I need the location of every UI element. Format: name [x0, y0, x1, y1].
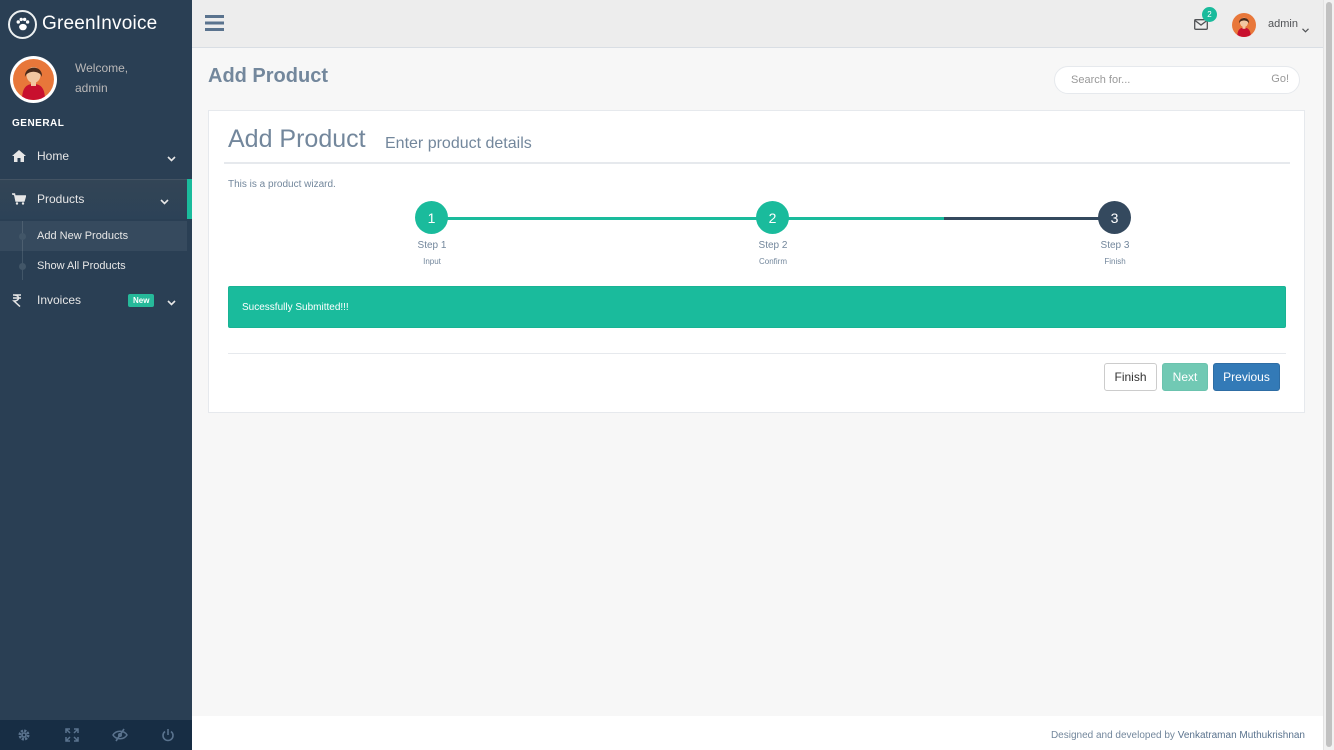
wizard-step-2[interactable]: 2	[756, 201, 789, 234]
profile-name: admin	[75, 81, 108, 95]
avatar	[10, 56, 57, 103]
search-go-button[interactable]: Go!	[1271, 73, 1289, 85]
panel-subtitle: Enter product details	[385, 135, 532, 152]
step-description: Confirm	[758, 257, 787, 266]
panel-divider	[224, 162, 1290, 164]
sidebar-item-invoices[interactable]: Invoices New	[0, 278, 192, 322]
search-box: Go!	[1054, 66, 1300, 94]
fullscreen-icon[interactable]	[48, 720, 96, 750]
sidebar-item-label: Invoices	[37, 293, 82, 307]
author-link[interactable]: Venkatraman Muthukrishnan	[1178, 730, 1305, 741]
step-label: Step 1	[417, 240, 447, 251]
sidebar-subitem-label: Add New Products	[37, 230, 129, 242]
chevron-down-icon[interactable]	[1302, 20, 1309, 38]
chevron-down-icon	[160, 194, 169, 208]
previous-button[interactable]: Previous	[1213, 363, 1280, 391]
wizard-step-1[interactable]: 1	[415, 201, 448, 234]
footer-text: Designed and developed by Venkatraman Mu…	[1051, 730, 1305, 741]
wizard-description: This is a product wizard.	[228, 179, 336, 190]
sidebar-item-add-new-products[interactable]: Add New Products	[0, 221, 187, 251]
sidebar-item-home[interactable]: Home	[0, 134, 192, 178]
actions-divider	[228, 353, 1286, 354]
page-footer: Designed and developed by Venkatraman Mu…	[192, 716, 1323, 750]
wizard-progress-remaining	[944, 217, 1114, 220]
products-submenu: Add New Products Show All Products	[0, 221, 192, 280]
rupee-icon	[12, 293, 30, 307]
sidebar-subitem-label: Show All Products	[37, 260, 126, 272]
step-label: Step 2	[758, 240, 788, 251]
scrollbar-thumb[interactable]	[1326, 2, 1332, 747]
sidebar: GreenInvoice Welcome, admin GENERAL Home…	[0, 0, 192, 750]
sidebar-item-products[interactable]: Products	[0, 179, 192, 219]
gear-icon[interactable]	[0, 720, 48, 750]
panel-title: Add Product	[228, 125, 366, 153]
new-badge: New	[128, 294, 155, 307]
chevron-down-icon	[167, 295, 176, 309]
brand-name: GreenInvoice	[42, 13, 158, 34]
menu-toggle-icon[interactable]	[205, 15, 224, 36]
paw-icon	[8, 9, 37, 39]
submenu-dot	[19, 263, 26, 270]
power-icon[interactable]	[144, 720, 192, 750]
cart-icon	[12, 193, 30, 205]
search-input[interactable]	[1071, 67, 1261, 93]
success-alert: Sucessfully Submitted!!!	[228, 286, 1286, 328]
page-title: Add Product	[208, 65, 328, 87]
sidebar-footer	[0, 720, 192, 750]
next-button[interactable]: Next	[1162, 363, 1208, 391]
wizard-panel: Add Product Enter product details This i…	[208, 110, 1305, 413]
user-avatar[interactable]	[1232, 13, 1256, 37]
user-menu-name[interactable]: admin	[1268, 18, 1298, 30]
eye-slash-icon[interactable]	[96, 720, 144, 750]
sidebar-item-show-all-products[interactable]: Show All Products	[0, 251, 187, 281]
top-navbar: 2 admin	[192, 0, 1323, 48]
profile: Welcome, admin	[0, 48, 192, 112]
step-description: Input	[423, 257, 441, 266]
step-label: Step 3	[1100, 240, 1130, 251]
brand[interactable]: GreenInvoice	[0, 0, 192, 48]
wizard-progress-done	[432, 217, 944, 220]
sidebar-item-label: Products	[37, 192, 85, 206]
home-icon	[12, 150, 30, 162]
wizard-step-3[interactable]: 3	[1098, 201, 1131, 234]
finish-button[interactable]: Finish	[1104, 363, 1157, 391]
sidebar-item-label: Home	[37, 149, 70, 163]
welcome-text: Welcome,	[75, 61, 129, 75]
chevron-down-icon	[167, 151, 176, 165]
submenu-dot	[19, 233, 26, 240]
mail-count-badge: 2	[1202, 7, 1217, 22]
step-description: Finish	[1104, 257, 1126, 266]
menu-section-title: GENERAL	[12, 118, 65, 129]
footer-credit: Designed and developed by	[1050, 730, 1175, 741]
